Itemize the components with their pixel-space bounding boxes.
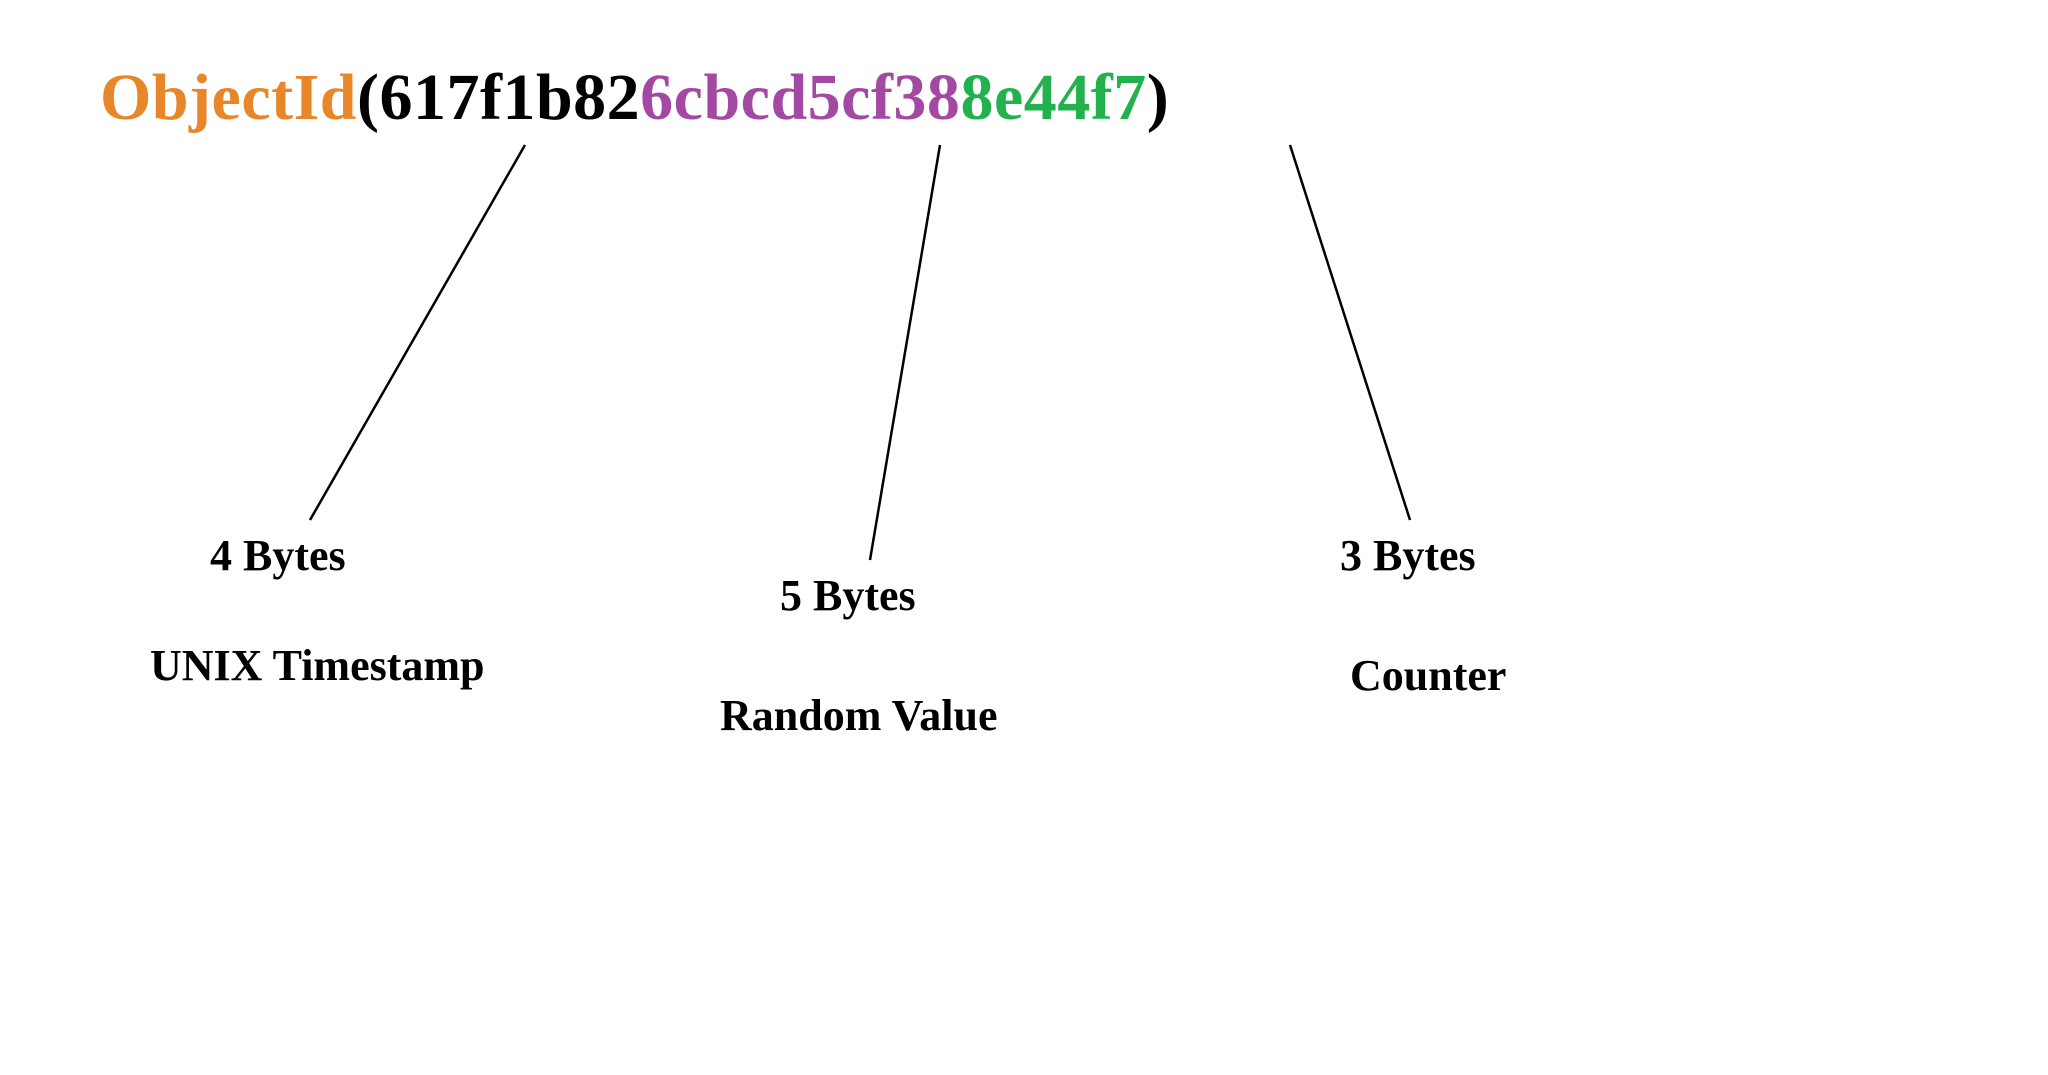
objectid-string: ObjectId(617f1b826cbcd5cf388e44f7) [100,60,1169,136]
objectid-prefix: ObjectId [100,61,357,134]
objectid-timestamp-hex: 617f1b82 [379,61,640,134]
timestamp-bytes-label: 4 Bytes [210,530,346,581]
paren-open: ( [357,61,379,134]
objectid-counter-hex: 8e44f7 [960,61,1146,134]
objectid-diagram: ObjectId(617f1b826cbcd5cf388e44f7) 4 Byt… [0,0,2048,1075]
random-bytes-label: 5 Bytes [780,570,916,621]
counter-desc-label: Counter [1350,650,1506,701]
connector-timestamp [310,145,525,520]
paren-close: ) [1147,61,1169,134]
timestamp-desc-label: UNIX Timestamp [150,640,485,691]
random-desc-label: Random Value [720,690,998,741]
objectid-random-hex: 6cbcd5cf38 [640,61,960,134]
counter-bytes-label: 3 Bytes [1340,530,1476,581]
connector-counter [1290,145,1410,520]
connector-random [870,145,940,560]
